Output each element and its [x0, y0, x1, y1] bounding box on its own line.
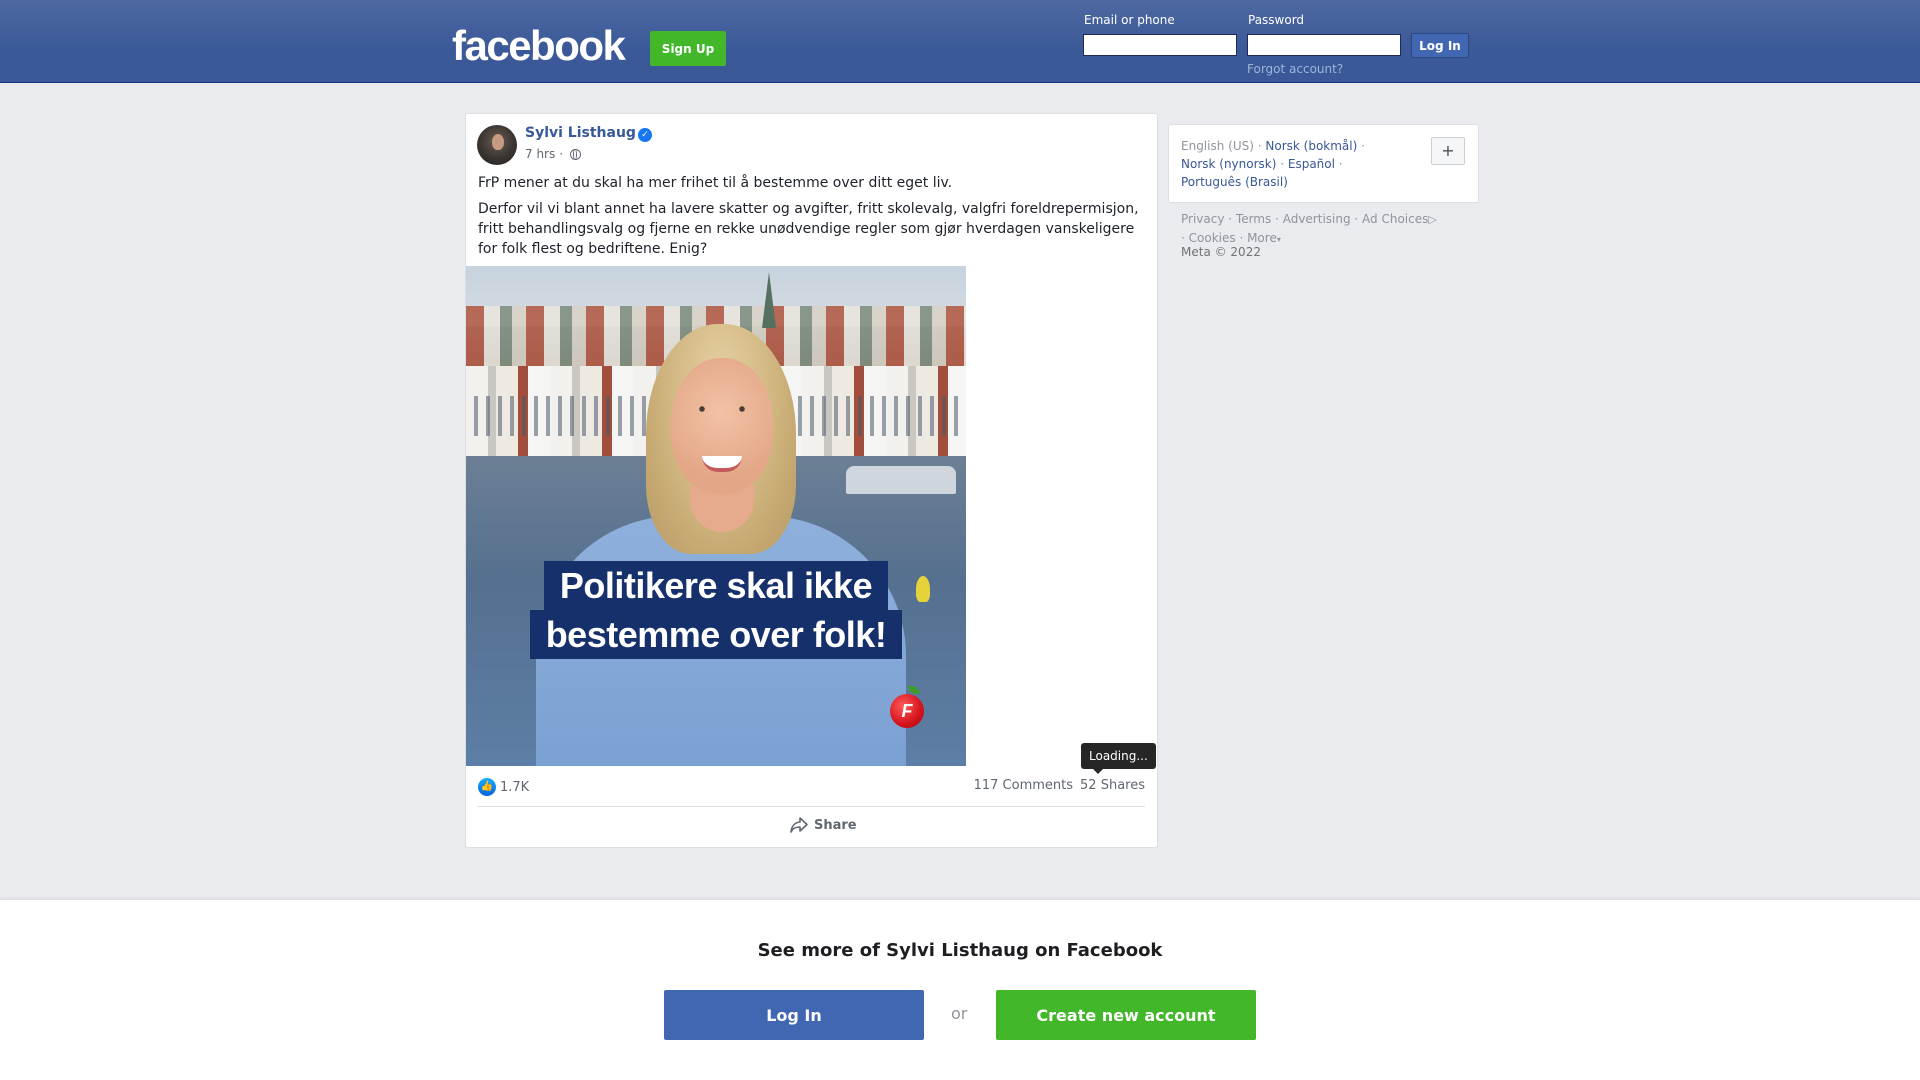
create-account-button[interactable]: Create new account [996, 990, 1256, 1040]
divider [478, 806, 1145, 807]
copyright: Meta © 2022 [1181, 245, 1261, 259]
password-field[interactable] [1247, 34, 1401, 56]
bottom-login-button[interactable]: Log In [664, 990, 924, 1040]
language-option[interactable]: Norsk (nynorsk) [1181, 157, 1276, 171]
language-selector: English (US) · Norsk (bokmål) · Norsk (n… [1168, 124, 1479, 203]
footer-link-terms[interactable]: Terms [1236, 212, 1271, 226]
share-arrow-icon [790, 817, 808, 833]
reactions-count[interactable]: 1.7K [500, 780, 529, 795]
comments-count[interactable]: 117 Comments [974, 778, 1073, 793]
language-option[interactable]: Português (Brasil) [1181, 175, 1288, 189]
footer-links: Privacy · Terms · Advertising · Ad Choic… [1181, 211, 1437, 245]
or-separator: or [951, 1004, 968, 1023]
footer-link-more[interactable]: More [1247, 231, 1277, 245]
post-image[interactable]: Politikere skal ikke bestemme over folk!… [466, 266, 966, 766]
banner-line-2: bestemme over folk! [529, 610, 903, 659]
image-church-steeple [762, 272, 776, 328]
globe-icon[interactable] [570, 148, 582, 160]
post-timestamp[interactable]: 7 hrs [525, 147, 555, 161]
image-banner: Politikere skal ikke bestemme over folk! [524, 561, 908, 661]
reactions-summary[interactable]: 👍 1.7K [478, 778, 529, 796]
ad-choices-icon[interactable]: ▷ [1428, 211, 1436, 229]
email-label: Email or phone [1084, 13, 1175, 27]
verified-badge-icon: ✓ [638, 128, 652, 142]
banner-line-1: Politikere skal ikke [543, 561, 889, 610]
sign-up-button[interactable]: Sign Up [650, 31, 726, 66]
avatar[interactable] [477, 125, 517, 165]
login-button[interactable]: Log In [1411, 33, 1469, 58]
language-option[interactable]: Español [1288, 157, 1335, 171]
loading-tooltip: Loading... [1081, 743, 1156, 774]
like-icon: 👍 [478, 778, 496, 796]
post-paragraph: Derfor vil vi blant annet ha lavere skat… [478, 201, 1139, 257]
email-field[interactable] [1083, 34, 1237, 56]
image-person-face [671, 358, 773, 494]
post-author-name[interactable]: Sylvi Listhaug [525, 125, 636, 141]
image-buoy [916, 576, 930, 602]
image-boats [846, 466, 956, 494]
language-current: English (US) [1181, 139, 1254, 153]
meta-separator: · [559, 147, 564, 161]
login-prompt-title: See more of Sylvi Listhaug on Facebook [757, 940, 1163, 961]
frp-logo: F [890, 694, 924, 728]
post-meta: 7 hrs · [525, 147, 582, 161]
footer-link-ad-choices[interactable]: Ad Choices [1362, 212, 1428, 226]
language-option[interactable]: Norsk (bokmål) [1265, 139, 1357, 153]
footer-link-privacy[interactable]: Privacy [1181, 212, 1224, 226]
password-label: Password [1248, 13, 1305, 27]
facebook-logo[interactable]: facebook [452, 22, 626, 70]
engagement-counts: 117 Comments 52 Shares [974, 778, 1145, 793]
image-person-eyes [694, 406, 750, 412]
shares-count[interactable]: 52 Shares [1080, 778, 1145, 793]
share-label: Share [814, 817, 857, 833]
caret-down-icon[interactable]: ▾ [1277, 235, 1281, 244]
post-paragraph: FrP mener at du skal ha mer frihet til å… [478, 175, 953, 191]
forgot-account-link[interactable]: Forgot account? [1247, 62, 1343, 76]
footer-link-cookies[interactable]: Cookies [1189, 231, 1236, 245]
add-language-button[interactable]: + [1431, 137, 1465, 165]
share-button[interactable]: Share [790, 817, 857, 833]
language-list: English (US) · Norsk (bokmål) · Norsk (n… [1181, 139, 1365, 189]
post-text: FrP mener at du skal ha mer frihet til å… [478, 173, 1142, 265]
footer-link-advertising[interactable]: Advertising [1283, 212, 1351, 226]
post-card: Sylvi Listhaug ✓ 7 hrs · FrP mener at du… [465, 113, 1158, 848]
login-prompt-bar: See more of Sylvi Listhaug on Facebook L… [0, 900, 1920, 1080]
top-bar: facebook Sign Up Email or phone Password… [0, 0, 1920, 83]
